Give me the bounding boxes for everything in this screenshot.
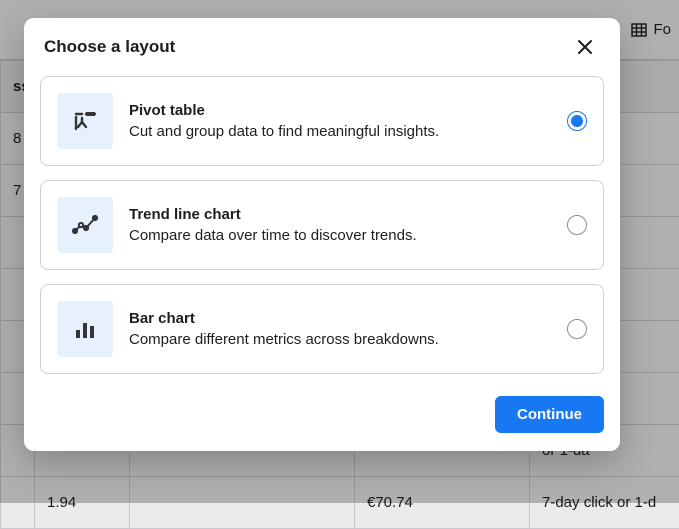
option-radio[interactable] <box>567 111 587 131</box>
option-text: Trend line chart Compare data over time … <box>129 206 551 244</box>
layout-option-pivot-table[interactable]: Pivot table Cut and group data to find m… <box>40 76 604 166</box>
layout-options: Pivot table Cut and group data to find m… <box>24 72 620 374</box>
pivot-table-icon <box>57 93 113 149</box>
choose-layout-modal: Choose a layout Pivot table <box>24 18 620 451</box>
option-title: Trend line chart <box>129 206 551 223</box>
layout-option-bar-chart[interactable]: Bar chart Compare different metrics acro… <box>40 284 604 374</box>
bar-chart-icon <box>57 301 113 357</box>
option-desc: Compare data over time to discover trend… <box>129 227 551 244</box>
modal-title: Choose a layout <box>44 37 175 57</box>
option-text: Pivot table Cut and group data to find m… <box>129 102 551 140</box>
continue-button[interactable]: Continue <box>495 396 604 433</box>
modal-header: Choose a layout <box>24 18 620 72</box>
trend-line-chart-icon <box>57 197 113 253</box>
close-icon <box>576 38 594 56</box>
option-radio[interactable] <box>567 319 587 339</box>
close-button[interactable] <box>570 32 600 62</box>
modal-footer: Continue <box>24 388 620 451</box>
option-desc: Compare different metrics across breakdo… <box>129 331 551 348</box>
layout-option-trend-line-chart[interactable]: Trend line chart Compare data over time … <box>40 180 604 270</box>
option-radio[interactable] <box>567 215 587 235</box>
option-desc: Cut and group data to find meaningful in… <box>129 123 551 140</box>
option-text: Bar chart Compare different metrics acro… <box>129 310 551 348</box>
option-title: Pivot table <box>129 102 551 119</box>
option-title: Bar chart <box>129 310 551 327</box>
